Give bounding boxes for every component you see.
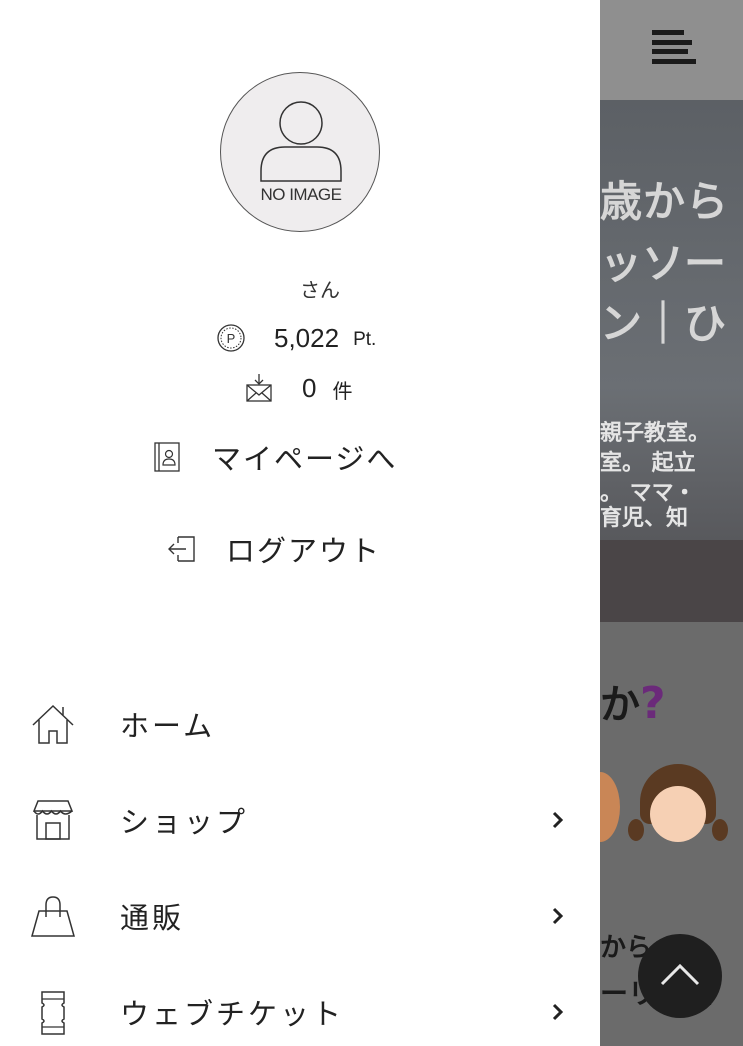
- mail-inbox-icon: [246, 374, 272, 402]
- nav-label: ウェブチケット: [120, 997, 345, 1031]
- shopping-bag-icon: [31, 896, 75, 937]
- menu-bar-icon: [652, 49, 688, 55]
- points-balance: P 5,022 Pt.: [216, 320, 376, 356]
- ticket-icon: [41, 991, 65, 1035]
- points-icon: P: [217, 324, 245, 352]
- hero-shadow: [600, 540, 743, 622]
- nav-label: ショップ: [120, 805, 249, 839]
- nav-item-web-ticket[interactable]: ウェブチケット: [0, 972, 600, 1046]
- svg-text:P: P: [227, 331, 236, 346]
- menu-bar-icon: [652, 39, 692, 45]
- hero-subtext: 育児、知: [600, 506, 689, 531]
- message-count[interactable]: 0 件: [244, 370, 352, 406]
- hero-text: ン｜ひ: [600, 299, 727, 348]
- message-count-value: 0: [302, 372, 317, 403]
- girl-illustration: [628, 764, 728, 846]
- nav-item-home[interactable]: ホーム: [0, 684, 600, 764]
- shop-icon: [32, 800, 74, 840]
- user-name: さん: [300, 278, 340, 302]
- message-count-unit: 件: [332, 378, 353, 403]
- chevron-right-icon: [552, 907, 564, 925]
- mypage-link[interactable]: マイページへ: [152, 436, 397, 478]
- scroll-to-top-button[interactable]: [638, 934, 722, 1018]
- avatar[interactable]: NO IMAGE: [220, 72, 380, 232]
- side-drawer: NO IMAGE さん P 5,022 Pt. 0 件 マイページへ ログアウト…: [0, 0, 600, 1046]
- pigtail-left: [628, 819, 644, 841]
- logout-link[interactable]: ログアウト: [166, 528, 381, 570]
- hero-subtext: 親子教室。: [600, 421, 711, 446]
- hero-text: 歳から: [600, 177, 730, 226]
- chevron-up-icon: [660, 963, 700, 986]
- logout-icon: [168, 536, 195, 562]
- points-value: 5,022: [274, 322, 340, 353]
- hero-text: ッソー: [600, 239, 727, 288]
- home-icon: [32, 704, 74, 744]
- mypage-label: マイページへ: [212, 442, 398, 476]
- nav-item-mail-order[interactable]: 通販: [0, 876, 600, 956]
- hero-banner: 歳から ッソー ン｜ひ 親子教室。 室。 起立 。 ママ・ 育児、知: [600, 100, 743, 622]
- points-unit: Pt.: [353, 329, 377, 350]
- nav-label: 通販: [120, 901, 185, 935]
- child-illustration: [600, 772, 620, 842]
- no-image-label: NO IMAGE: [260, 185, 342, 204]
- question-mark: ?: [640, 678, 666, 729]
- chevron-right-icon: [552, 1003, 564, 1021]
- hero-subtext: 室。 起立: [600, 451, 696, 476]
- hamburger-menu-button[interactable]: [652, 28, 700, 66]
- menu-bar-icon: [652, 30, 684, 35]
- user-placeholder-icon: [260, 101, 342, 182]
- menu-bar-icon: [652, 58, 696, 64]
- chevron-right-icon: [552, 811, 564, 829]
- logout-label: ログアウト: [226, 534, 382, 568]
- nav-item-shop[interactable]: ショップ: [0, 780, 600, 860]
- nav-label: ホーム: [120, 709, 216, 743]
- section-heading-text: か: [600, 682, 640, 728]
- section-heading: か?: [600, 672, 666, 730]
- profile-book-icon: [154, 442, 180, 472]
- face: [650, 786, 706, 842]
- pigtail-right: [712, 819, 728, 841]
